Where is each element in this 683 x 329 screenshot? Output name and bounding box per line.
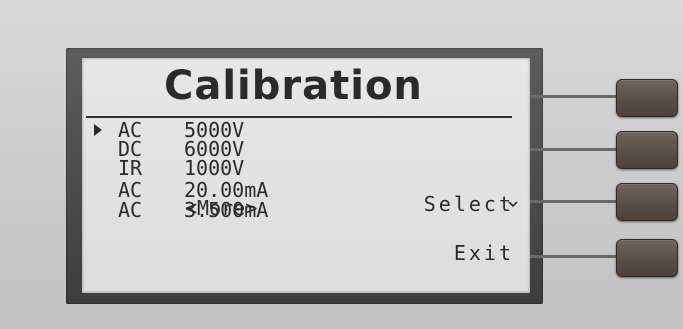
title-divider xyxy=(86,116,512,118)
softkey-select-button[interactable] xyxy=(616,183,678,221)
softkey-3-connector xyxy=(530,200,620,203)
softkey-4-connector xyxy=(530,255,620,258)
menu-item-mode: IR xyxy=(117,156,143,180)
menu-item-mode: AC xyxy=(117,198,143,222)
menu-item-mode: AC xyxy=(117,178,143,202)
softkey-1-connector xyxy=(530,95,620,98)
more-option[interactable]: <More> xyxy=(185,198,257,218)
instrument-panel: Calibration AC 5000V DC 6000V IR 1000V A… xyxy=(0,0,683,329)
softkey-2-connector xyxy=(530,148,620,151)
menu-item-value: 1000V xyxy=(184,156,245,180)
softkey-label-select: Select xyxy=(423,192,514,216)
softkey-1-button[interactable] xyxy=(616,79,678,117)
softkey-label-exit: Exit xyxy=(453,241,514,265)
softkey-down-button[interactable] xyxy=(616,131,678,169)
triangle-right-icon xyxy=(94,124,102,136)
softkey-exit-button[interactable] xyxy=(616,239,678,277)
lcd-display: Calibration AC 5000V DC 6000V IR 1000V A… xyxy=(82,58,530,293)
screen-title: Calibration xyxy=(164,63,423,109)
